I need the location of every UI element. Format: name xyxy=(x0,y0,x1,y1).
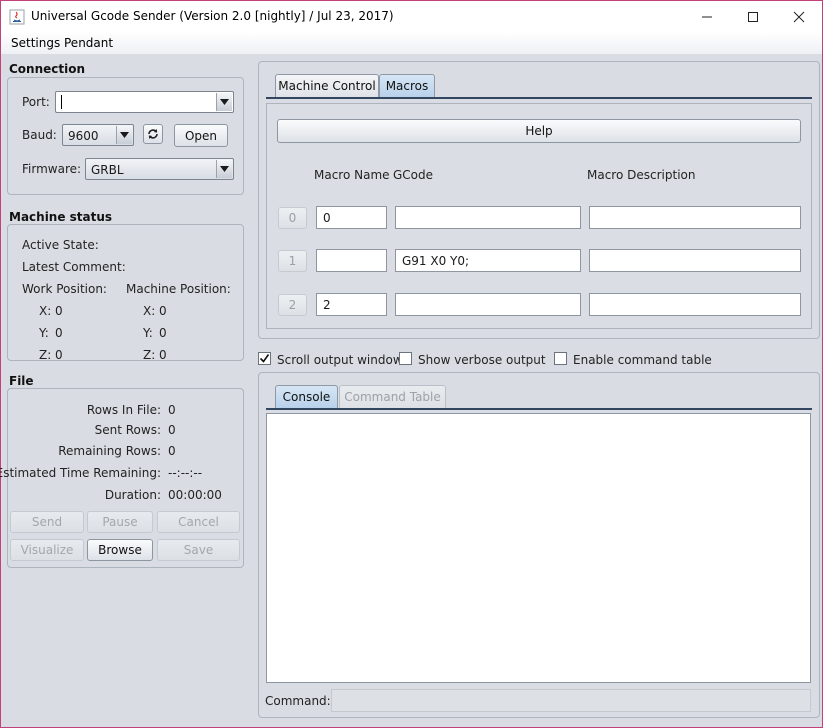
java-app-icon xyxy=(9,9,25,25)
macro-name-field-2[interactable]: 2 xyxy=(316,293,387,316)
save-button[interactable]: Save xyxy=(157,539,240,561)
macro-gcode-header: GCode xyxy=(393,168,434,182)
rows-in-file-value: 0 xyxy=(168,403,176,417)
macro-name-field-1[interactable] xyxy=(316,249,387,272)
checkmark-icon xyxy=(259,354,270,363)
machine-x-value: 0 xyxy=(159,304,167,318)
baud-dropdown-arrow[interactable] xyxy=(116,126,132,144)
work-y-value: 0 xyxy=(55,326,63,340)
connection-title: Connection xyxy=(9,62,86,76)
active-state-label: Active State: xyxy=(22,238,99,252)
work-x-value: 0 xyxy=(55,304,63,318)
maximize-icon xyxy=(748,11,758,22)
macro-description-field-2[interactable] xyxy=(589,293,801,316)
refresh-ports-button[interactable] xyxy=(143,124,163,144)
close-icon xyxy=(793,11,805,22)
send-button[interactable]: Send xyxy=(10,511,84,533)
machine-status-title: Machine status xyxy=(9,210,113,224)
text-caret xyxy=(61,95,62,109)
duration-label: Duration: xyxy=(104,488,161,502)
work-z-axis: Z: xyxy=(39,348,52,362)
machine-y-axis: Y: xyxy=(143,326,153,340)
firmware-value: GRBL xyxy=(91,163,124,177)
firmware-combo[interactable]: GRBL xyxy=(85,158,234,180)
baud-label: Baud: xyxy=(22,128,57,142)
port-combo[interactable] xyxy=(55,91,234,113)
title-bar: Universal Gcode Sender (Version 2.0 [nig… xyxy=(1,1,822,32)
tab-machine-control[interactable]: Machine Control xyxy=(275,74,379,97)
rows-in-file-label: Rows In File: xyxy=(86,403,161,417)
console-tab-underline xyxy=(266,408,812,410)
estimated-time-value: --:--:-- xyxy=(168,466,203,480)
machine-x-axis: X: xyxy=(143,304,156,318)
chevron-down-icon xyxy=(120,132,129,138)
tab-macros[interactable]: Macros xyxy=(379,74,435,97)
file-title: File xyxy=(9,374,34,388)
verbose-output-label: Show verbose output xyxy=(418,353,546,367)
sent-rows-value: 0 xyxy=(168,423,176,437)
baud-value: 9600 xyxy=(68,129,99,143)
command-label: Command: xyxy=(265,694,331,708)
scroll-output-checkbox[interactable] xyxy=(258,352,271,365)
maximize-button[interactable] xyxy=(730,1,776,32)
command-table-label: Enable command table xyxy=(573,353,712,367)
macro-description-field-0[interactable] xyxy=(589,206,801,229)
machine-z-value: 0 xyxy=(159,348,167,362)
macro-description-field-1[interactable] xyxy=(589,249,801,272)
machine-position-label: Machine Position: xyxy=(126,282,231,296)
console-output[interactable] xyxy=(266,413,811,683)
macro-gcode-field-2[interactable] xyxy=(395,293,581,316)
menu-bar: Settings Pendant xyxy=(1,32,822,54)
port-label: Port: xyxy=(22,95,50,109)
window-title: Universal Gcode Sender (Version 2.0 [nig… xyxy=(31,9,394,23)
minimize-button[interactable] xyxy=(684,1,730,32)
command-table-checkbox[interactable] xyxy=(554,352,567,365)
visualize-button[interactable]: Visualize xyxy=(10,539,84,561)
firmware-dropdown-arrow[interactable] xyxy=(216,160,232,178)
close-button[interactable] xyxy=(776,1,822,32)
refresh-icon xyxy=(148,129,158,139)
chevron-down-icon xyxy=(220,99,229,105)
chevron-down-icon xyxy=(220,166,229,172)
menu-pendant[interactable]: Pendant xyxy=(64,36,113,50)
machine-z-axis: Z: xyxy=(143,348,156,362)
tab-command-table[interactable]: Command Table xyxy=(339,385,446,408)
browse-button[interactable]: Browse xyxy=(87,539,153,561)
latest-comment-label: Latest Comment: xyxy=(22,260,126,274)
sent-rows-label: Sent Rows: xyxy=(94,423,161,437)
cancel-button[interactable]: Cancel xyxy=(157,511,240,533)
remaining-rows-label: Remaining Rows: xyxy=(58,444,161,458)
macro-help-button[interactable]: Help xyxy=(277,119,801,143)
work-y-axis: Y: xyxy=(39,326,49,340)
open-button[interactable]: Open xyxy=(174,124,228,147)
machine-y-value: 0 xyxy=(159,326,167,340)
macro-gcode-field-1[interactable]: G91 X0 Y0; xyxy=(395,249,581,272)
tab-underline xyxy=(266,97,812,99)
duration-value: 00:00:00 xyxy=(168,488,222,502)
work-position-label: Work Position: xyxy=(22,282,107,296)
app-window: Universal Gcode Sender (Version 2.0 [nig… xyxy=(0,0,823,728)
macro-description-header: Macro Description xyxy=(587,168,696,182)
macro-name-field-0[interactable]: 0 xyxy=(316,206,387,229)
macro-run-button-0[interactable]: 0 xyxy=(278,207,307,229)
verbose-output-checkbox[interactable] xyxy=(399,352,412,365)
work-x-axis: X: xyxy=(39,304,52,318)
pause-button[interactable]: Pause xyxy=(87,511,153,533)
macro-name-header: Macro Name xyxy=(314,168,390,182)
work-z-value: 0 xyxy=(55,348,63,362)
port-dropdown-arrow[interactable] xyxy=(216,93,232,111)
macro-run-button-2[interactable]: 2 xyxy=(278,294,307,316)
macro-gcode-field-0[interactable] xyxy=(395,206,581,229)
baud-combo[interactable]: 9600 xyxy=(62,124,134,146)
menu-settings[interactable]: Settings xyxy=(11,36,60,50)
firmware-label: Firmware: xyxy=(22,162,82,176)
minimize-icon xyxy=(702,16,712,17)
remaining-rows-value: 0 xyxy=(168,444,176,458)
macro-run-button-1[interactable]: 1 xyxy=(278,250,307,272)
command-input[interactable] xyxy=(331,689,811,712)
estimated-time-label: Estimated Time Remaining: xyxy=(0,466,161,480)
scroll-output-label: Scroll output window xyxy=(277,353,403,367)
tab-console[interactable]: Console xyxy=(275,385,338,408)
